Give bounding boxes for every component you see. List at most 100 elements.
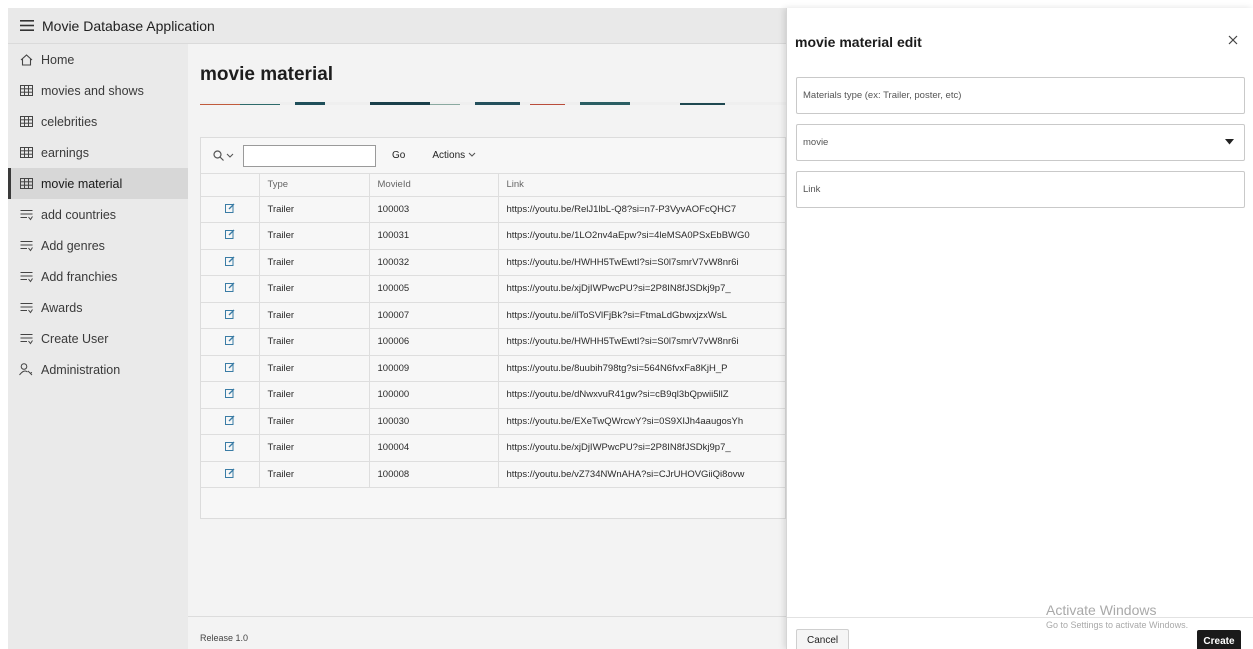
link-cell: https://youtu.be/xjDjIWPwcPU?si=2P8IN8fJ… (498, 275, 787, 303)
decorative-banner (200, 97, 786, 105)
sidebar-item-movies-and-shows[interactable]: movies and shows (8, 75, 188, 106)
table-icon (19, 146, 33, 160)
movieid-cell: 100032 (369, 249, 499, 276)
edit-cell (201, 408, 260, 435)
type-cell: Trailer (259, 461, 370, 488)
search-icon (212, 150, 224, 161)
hamburger-menu-icon[interactable] (12, 8, 42, 44)
edit-icon[interactable] (224, 309, 235, 322)
app-header: Movie Database Application (8, 8, 786, 44)
app-title[interactable]: Movie Database Application (42, 18, 215, 34)
close-button[interactable] (1225, 32, 1241, 48)
sidebar-item-home[interactable]: Home (8, 44, 188, 75)
edit-icon[interactable] (224, 282, 235, 295)
edit-cell (201, 328, 260, 356)
movie-material-table: Type MovieId Link Trailer 100003 https://y… (201, 174, 787, 488)
footer-divider (188, 616, 786, 617)
sidebar-item-label: Administration (41, 362, 121, 377)
edit-cell (201, 275, 260, 303)
edit-icon[interactable] (224, 415, 235, 428)
link-placeholder: Link (803, 184, 821, 195)
link-cell: https://youtu.be/HWHH5TwEwtI?si=S0l7smrV… (498, 249, 787, 276)
sidebar-item-earnings[interactable]: earnings (8, 137, 188, 168)
column-header-type[interactable]: Type (259, 174, 370, 197)
edit-cell (201, 302, 260, 329)
type-cell: Trailer (259, 302, 370, 329)
movieid-cell: 100000 (369, 381, 499, 409)
table-row: Trailer 100031 https://youtu.be/1LO2nv4aEp… (201, 222, 787, 250)
materials-type-placeholder: Materials type (ex: Trailer, poster, etc… (803, 90, 962, 101)
column-header-movieid[interactable]: MovieId (369, 174, 499, 197)
sidebar-item-add-franchies[interactable]: Add franchies (8, 261, 188, 292)
form-icon (19, 239, 33, 253)
sidebar-item-administration[interactable]: Administration (8, 354, 188, 385)
type-cell: Trailer (259, 222, 370, 250)
link-cell: https://youtu.be/dNwxvuR41gw?si=cB9ql3bQ… (498, 381, 787, 409)
form-icon (19, 332, 33, 346)
movie-select[interactable]: movie (796, 124, 1245, 161)
go-button[interactable]: Go (389, 146, 408, 165)
link-cell: https://youtu.be/RelJ1lbL-Q8?si=n7-P3Vyv… (498, 196, 787, 223)
link-cell: https://youtu.be/xjDjIWPwcPU?si=2P8IN8fJ… (498, 434, 787, 462)
search-input[interactable] (243, 144, 376, 167)
interactive-report: Go Actions Type MovieId Link Trailer 1000… (200, 137, 787, 519)
edit-cell (201, 461, 260, 488)
table-row: Trailer 100009 https://youtu.be/8uubih798t… (201, 355, 787, 382)
sidebar-item-label: add countries (41, 207, 117, 222)
sidebar-item-awards[interactable]: Awards (8, 292, 188, 323)
table-row: Trailer 100004 https://youtu.be/xjDjIWPwcP… (201, 434, 787, 462)
sidebar-item-label: Add genres (41, 238, 105, 253)
sidebar-item-add-countries[interactable]: add countries (8, 199, 188, 230)
cancel-button[interactable]: Cancel (796, 629, 850, 649)
type-cell: Trailer (259, 196, 370, 223)
movieid-cell: 100004 (369, 434, 499, 462)
column-header-link[interactable]: Link (498, 174, 787, 197)
table-row: Trailer 100007 https://youtu.be/ilToSVlFjB… (201, 302, 787, 329)
create-button[interactable]: Create (1197, 630, 1241, 649)
materials-type-field[interactable]: Materials type (ex: Trailer, poster, etc… (796, 77, 1245, 114)
edit-cell (201, 381, 260, 409)
type-cell: Trailer (259, 381, 370, 409)
edit-icon[interactable] (224, 256, 235, 269)
sidebar-nav: Home movies and shows celebrities earnings m… (8, 44, 188, 649)
table-row: Trailer 100006 https://youtu.be/HWHH5TwEwt… (201, 328, 787, 356)
caret-down-icon (1225, 139, 1234, 145)
edit-icon[interactable] (224, 362, 235, 375)
link-cell: https://youtu.be/HWHH5TwEwtI?si=S0l7smrV… (498, 328, 787, 356)
form-icon (19, 301, 33, 315)
search-column-selector[interactable] (205, 145, 241, 167)
sidebar-item-label: celebrities (41, 114, 98, 129)
link-field[interactable]: Link (796, 171, 1245, 208)
sidebar-item-create-user[interactable]: Create User (8, 323, 188, 354)
edit-icon[interactable] (224, 229, 235, 242)
column-header-edit (201, 174, 260, 197)
table-row: Trailer 100003 https://youtu.be/RelJ1lbL-Q… (201, 196, 787, 223)
actions-menu-button[interactable]: Actions (432, 150, 476, 161)
edit-icon[interactable] (224, 468, 235, 481)
sidebar-item-movie-material[interactable]: movie material (8, 168, 188, 199)
movieid-cell: 100008 (369, 461, 499, 488)
actions-label: Actions (432, 150, 466, 161)
movieid-cell: 100009 (369, 355, 499, 382)
edit-icon[interactable] (224, 441, 235, 454)
edit-icon[interactable] (224, 388, 235, 401)
type-cell: Trailer (259, 434, 370, 462)
sidebar-item-celebrities[interactable]: celebrities (8, 106, 188, 137)
type-cell: Trailer (259, 408, 370, 435)
edit-icon[interactable] (224, 335, 235, 348)
movieid-cell: 100030 (369, 408, 499, 435)
sidebar-item-label: earnings (41, 145, 89, 160)
edit-cell (201, 355, 260, 382)
movieid-cell: 100031 (369, 222, 499, 250)
activate-windows-watermark: Activate Windows Go to Settings to activ… (1046, 602, 1188, 630)
movieid-cell: 100005 (369, 275, 499, 303)
sidebar-item-add-genres[interactable]: Add genres (8, 230, 188, 261)
link-cell: https://youtu.be/8uubih798tg?si=564N6fvx… (498, 355, 787, 382)
sidebar-item-label: Create User (41, 331, 109, 346)
edit-icon[interactable] (224, 203, 235, 216)
main-content: movie material Go Actions Type MovieId L… (188, 44, 787, 649)
sidebar-item-label: movies and shows (41, 83, 144, 98)
edit-cell (201, 196, 260, 223)
watermark-title: Activate Windows (1046, 602, 1157, 618)
home-icon (19, 53, 33, 67)
